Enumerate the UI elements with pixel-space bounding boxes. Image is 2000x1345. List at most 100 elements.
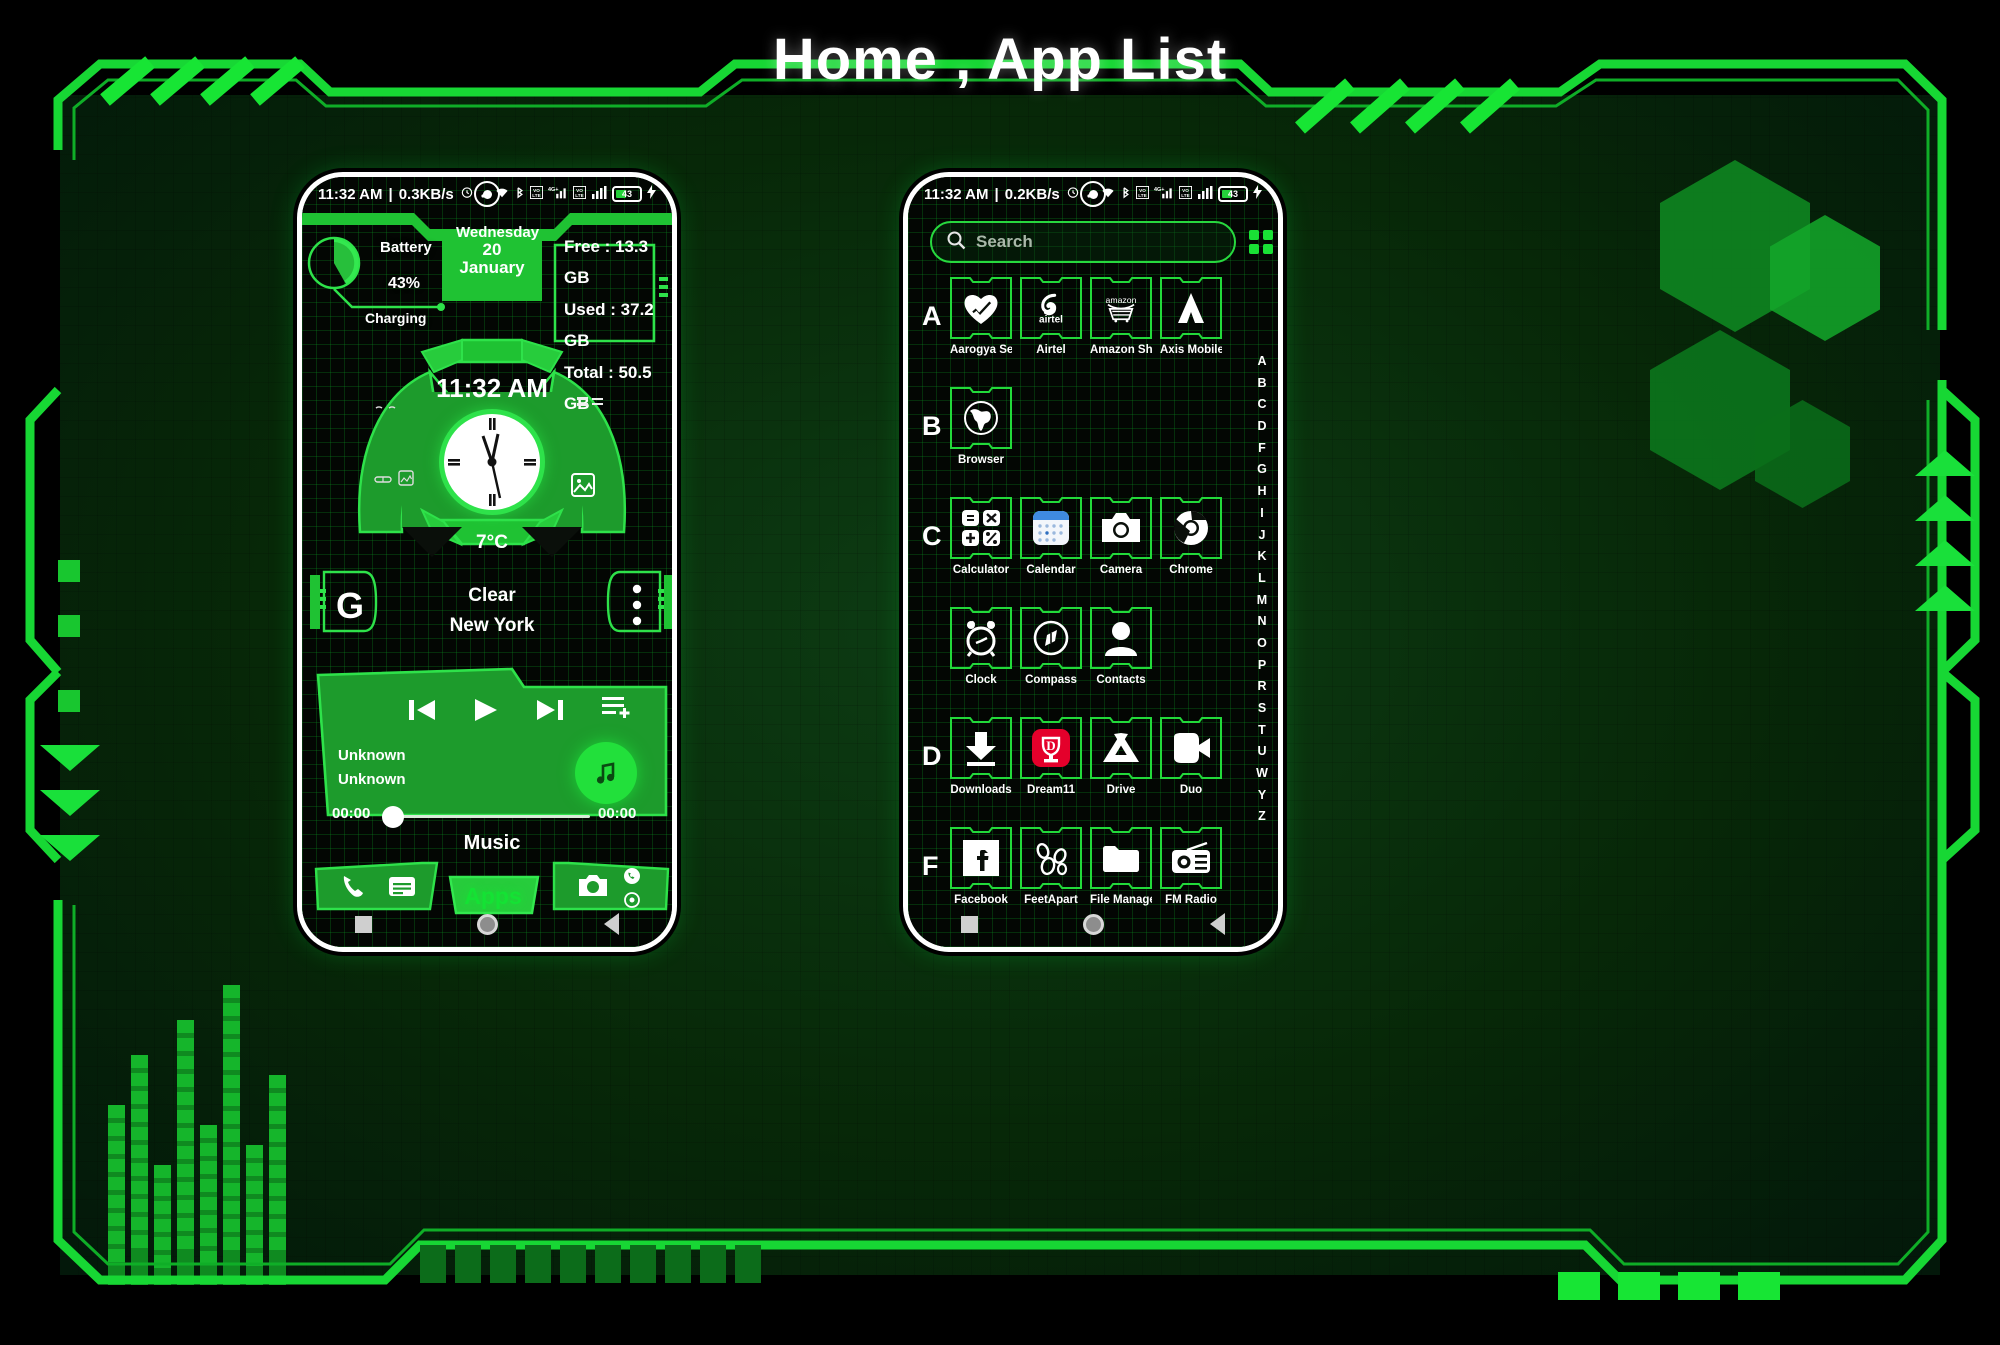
home-circle-icon[interactable] (1083, 913, 1105, 935)
alpha-index-Z[interactable]: Z (1258, 810, 1266, 823)
app-item[interactable]: D Dream11 (1020, 717, 1082, 796)
google-search-button[interactable]: G (324, 575, 376, 637)
app-item[interactable]: FeetApart (1020, 827, 1082, 906)
app-icon-frame[interactable]: amazon (1090, 277, 1152, 339)
whatsapp-icon[interactable] (623, 867, 641, 890)
search-input[interactable]: Search (930, 221, 1236, 263)
car-icon[interactable] (374, 472, 392, 490)
app-item[interactable]: File Manager (1090, 827, 1152, 906)
svg-text:4G+: 4G+ (1154, 187, 1164, 193)
app-item[interactable]: airtel Airtel (1020, 277, 1082, 356)
list-icon[interactable] (577, 395, 603, 414)
app-item[interactable]: Camera (1090, 497, 1152, 576)
app-icon-frame[interactable] (1160, 497, 1222, 559)
music-seekbar[interactable] (390, 815, 590, 818)
alpha-index-N[interactable]: N (1257, 615, 1266, 628)
alpha-index-M[interactable]: M (1257, 594, 1267, 607)
app-icon-frame[interactable] (950, 497, 1012, 559)
svg-text:LTE: LTE (1181, 193, 1189, 198)
signal-bars-icon: 4G+ (1154, 185, 1174, 203)
recents-square-icon[interactable] (960, 915, 978, 933)
alpha-index-K[interactable]: K (1257, 550, 1266, 563)
grid-view-icon[interactable] (1248, 229, 1274, 260)
google-drive-icon (1101, 728, 1141, 768)
app-item[interactable]: Compass (1020, 607, 1082, 686)
play-icon[interactable] (472, 697, 500, 728)
app-icon-frame[interactable] (1020, 827, 1082, 889)
app-icon-frame[interactable] (1020, 607, 1082, 669)
recents-square-icon[interactable] (354, 915, 372, 933)
playlist-add-icon[interactable] (602, 695, 632, 724)
app-icon-frame[interactable] (950, 827, 1012, 889)
alpha-index-Y[interactable]: Y (1258, 789, 1266, 802)
alpha-index-B[interactable]: B (1257, 377, 1266, 390)
alpha-index-A[interactable]: A (1257, 355, 1266, 368)
app-icon-frame[interactable] (1090, 717, 1152, 779)
home-circle-icon[interactable] (477, 913, 499, 935)
app-item[interactable]: Calendar (1020, 497, 1082, 576)
alpha-index-J[interactable]: J (1259, 528, 1266, 542)
camera-icon[interactable] (577, 873, 609, 904)
alpha-index-D[interactable]: D (1257, 420, 1266, 433)
app-icon-frame[interactable] (1160, 717, 1222, 779)
app-item[interactable]: Downloads (950, 717, 1012, 796)
alpha-index-C[interactable]: C (1257, 398, 1266, 411)
app-label: Compass (1025, 674, 1077, 686)
app-item[interactable]: Browser (950, 387, 1012, 466)
svg-text:amazon: amazon (1106, 295, 1137, 305)
app-item[interactable]: Facebook (950, 827, 1012, 906)
app-icon-frame[interactable] (1090, 827, 1152, 889)
amazon-cart-icon: amazon (1101, 288, 1141, 328)
svg-text:D: D (1046, 738, 1055, 753)
app-item[interactable]: amazon Amazon Sho... (1090, 277, 1152, 356)
alpha-index-W[interactable]: W (1256, 767, 1268, 780)
app-icon-frame[interactable] (1160, 827, 1222, 889)
app-icon-frame[interactable] (950, 387, 1012, 449)
alpha-index-U[interactable]: U (1257, 745, 1266, 758)
app-item[interactable]: Drive (1090, 717, 1152, 796)
alpha-index-I[interactable]: I (1260, 507, 1263, 520)
app-icon-frame[interactable] (950, 277, 1012, 339)
alarm-clock-icon (961, 618, 1001, 658)
alpha-index-P[interactable]: P (1258, 659, 1266, 672)
app-item[interactable]: Chrome (1160, 497, 1222, 576)
alpha-index-R[interactable]: R (1257, 680, 1266, 693)
back-triangle-icon[interactable] (1210, 913, 1226, 935)
app-icon-frame[interactable] (1160, 277, 1222, 339)
alphabet-index[interactable]: ABCDFGHIJKLMNOPRSTUWYZ (1251, 355, 1273, 832)
app-item[interactable]: Duo (1160, 717, 1222, 796)
back-triangle-icon[interactable] (604, 913, 620, 935)
alpha-index-G[interactable]: G (1257, 463, 1267, 476)
video-call-icon (1171, 728, 1211, 768)
alpha-index-L[interactable]: L (1258, 572, 1266, 585)
gallery-icon[interactable] (570, 472, 596, 503)
app-icon-frame[interactable]: airtel (1020, 277, 1082, 339)
headphones-icon[interactable] (374, 397, 400, 415)
app-item[interactable]: Axis Mobile (1160, 277, 1222, 356)
alpha-index-F[interactable]: F (1258, 442, 1266, 455)
alpha-index-S[interactable]: S (1258, 702, 1266, 715)
app-icon-frame[interactable] (950, 717, 1012, 779)
alpha-index-H[interactable]: H (1257, 485, 1266, 498)
app-icon-frame[interactable] (1090, 497, 1152, 559)
app-item[interactable]: Aarogya Setu (950, 277, 1012, 356)
music-fab-button[interactable] (575, 742, 637, 804)
music-seek-knob[interactable] (382, 806, 404, 828)
app-icon-frame[interactable] (1090, 607, 1152, 669)
app-item[interactable]: Calculator (950, 497, 1012, 576)
app-item[interactable]: Contacts (1090, 607, 1152, 686)
three-dots-vertical-icon[interactable] (632, 582, 642, 635)
app-item[interactable]: FM Radio (1160, 827, 1222, 906)
alpha-index-O[interactable]: O (1257, 637, 1267, 650)
section-letter-D: D (922, 741, 942, 771)
app-icon-frame[interactable] (950, 607, 1012, 669)
photo-icon[interactable] (398, 470, 414, 491)
app-label: Chrome (1169, 564, 1213, 576)
alpha-index-T[interactable]: T (1258, 724, 1266, 737)
compass-icon (1031, 618, 1071, 658)
app-icon-frame[interactable] (1020, 497, 1082, 559)
skip-previous-icon[interactable] (407, 697, 437, 728)
app-item[interactable]: Clock (950, 607, 1012, 686)
app-icon-frame[interactable]: D (1020, 717, 1082, 779)
skip-next-icon[interactable] (535, 697, 565, 728)
